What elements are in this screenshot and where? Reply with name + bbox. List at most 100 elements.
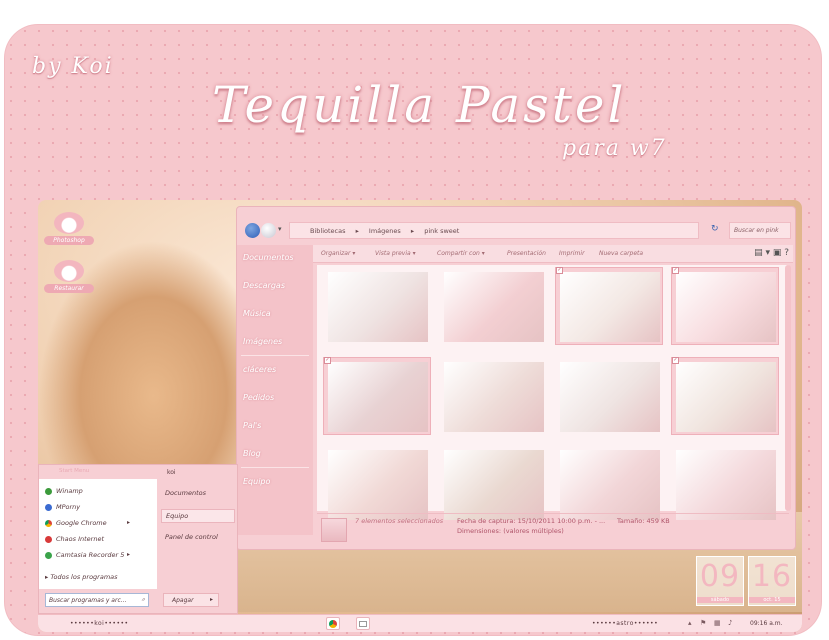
back-button[interactable] xyxy=(245,223,260,238)
selection-count: 7 elementos seleccionados xyxy=(355,517,444,525)
desktop-icon-label: Photoshop xyxy=(44,236,94,245)
preview-button[interactable]: Vista previa ▾ xyxy=(375,250,416,257)
chevron-right-icon: ▸ xyxy=(127,551,131,558)
refresh-icon[interactable]: ↻ xyxy=(711,224,719,234)
image-thumbnail[interactable] xyxy=(439,357,547,435)
program-chaos[interactable]: Chaos Internet xyxy=(45,535,104,543)
thumbnail-image xyxy=(676,450,776,520)
volume-icon[interactable]: ♪ xyxy=(728,619,732,627)
explorer-window: ▾ Bibliotecas ▸ Imágenes ▸ pink sweet ↻ … xyxy=(236,206,796,550)
nav-item-blog[interactable]: Blog xyxy=(243,449,261,458)
details-pane: 7 elementos seleccionados Fecha de captu… xyxy=(317,513,789,547)
image-thumbnail[interactable] xyxy=(555,357,663,435)
start-item-documentos[interactable]: Documentos xyxy=(161,487,210,499)
theme-title: Tequilla Pastel xyxy=(212,76,627,134)
view-icons[interactable]: ▤ ▾ ▣ ? xyxy=(754,248,789,258)
start-item-panel-control[interactable]: Panel de control xyxy=(161,531,222,543)
thumbnail-image xyxy=(676,272,776,342)
new-folder-button[interactable]: Nueva carpeta xyxy=(599,250,643,257)
chrome-icon xyxy=(45,519,52,527)
slideshow-button[interactable]: Presentación xyxy=(507,250,546,257)
program-label: Google Chrome xyxy=(56,519,107,527)
checkbox-icon[interactable]: ✓ xyxy=(672,357,679,364)
nav-item-documentos[interactable]: Documentos xyxy=(243,253,294,262)
nav-item-descargas[interactable]: Descargas xyxy=(243,281,285,290)
start-item-equipo[interactable]: Equipo xyxy=(161,509,235,523)
shutdown-button[interactable]: Apagar ▸ xyxy=(163,593,219,607)
clock-minute-tile: 16 oct. 15 xyxy=(748,556,796,606)
program-chrome[interactable]: Google Chrome ▸ xyxy=(45,519,130,527)
checkbox-icon[interactable]: ✓ xyxy=(672,267,679,274)
arrow-up-icon[interactable]: ▴ xyxy=(688,619,692,627)
chrome-taskbar-button[interactable] xyxy=(326,617,340,630)
nav-item-imagenes[interactable]: Imágenes xyxy=(243,337,282,346)
nav-item-pals[interactable]: Pal's xyxy=(243,421,261,430)
selection-thumbnail xyxy=(321,518,347,542)
signature: by Koi xyxy=(32,54,114,79)
thumbnail-image xyxy=(560,362,660,432)
network-icon[interactable]: ▦ xyxy=(714,619,721,627)
image-thumbnail[interactable]: ✓ xyxy=(323,357,431,435)
image-thumbnail[interactable]: ✓ xyxy=(555,267,663,345)
camtasia-icon xyxy=(45,551,52,559)
program-mporny[interactable]: MPorny xyxy=(45,503,80,511)
nav-item-equipo[interactable]: Equipo xyxy=(243,477,270,486)
divider xyxy=(241,467,309,468)
window-icon xyxy=(359,621,367,627)
search-input[interactable]: Buscar en pink xyxy=(729,222,791,239)
explorer-taskbar-button[interactable] xyxy=(356,617,370,630)
image-thumbnail[interactable]: ✓ xyxy=(671,267,779,345)
scrollbar[interactable] xyxy=(785,265,791,511)
start-button[interactable]: ••••••koi•••••• xyxy=(70,620,129,627)
program-label: Camtasia Recorder 5 xyxy=(56,551,125,559)
paw-icon xyxy=(54,212,84,234)
address-bar[interactable]: Bibliotecas ▸ Imágenes ▸ pink sweet xyxy=(289,222,699,239)
image-thumbnail[interactable] xyxy=(439,267,547,345)
image-thumbnail[interactable] xyxy=(323,267,431,345)
desktop-icon-photoshop[interactable]: Photoshop xyxy=(44,212,94,245)
print-button[interactable]: Imprimir xyxy=(559,250,585,257)
thumbnail-image xyxy=(444,272,544,342)
program-winamp[interactable]: Winamp xyxy=(45,487,83,495)
address-row: ▾ Bibliotecas ▸ Imágenes ▸ pink sweet ↻ … xyxy=(241,221,793,241)
user-name[interactable]: koi xyxy=(167,469,176,476)
program-camtasia[interactable]: Camtasia Recorder 5 ▸ xyxy=(45,551,130,559)
thumbnail-image xyxy=(560,450,660,520)
flag-icon[interactable]: ⚑ xyxy=(700,619,706,627)
image-thumbnail[interactable] xyxy=(671,445,779,523)
desktop-icon-restaurar[interactable]: Restaurar xyxy=(44,260,94,293)
thumbnail-image xyxy=(444,450,544,520)
program-label: Chaos Internet xyxy=(56,535,104,543)
image-thumbnail[interactable]: ✓ xyxy=(671,357,779,435)
forward-button[interactable] xyxy=(261,223,276,238)
image-thumbnail[interactable] xyxy=(555,445,663,523)
checkbox-icon[interactable]: ✓ xyxy=(556,267,563,274)
image-thumbnail[interactable] xyxy=(323,445,431,523)
program-label: MPorny xyxy=(56,503,81,511)
breadcrumb-separator: ▸ xyxy=(410,227,415,235)
app-icon xyxy=(45,535,52,543)
breadcrumb-item[interactable]: Bibliotecas xyxy=(310,227,345,235)
taskbar: ••••••koi•••••• ••••••astro•••••• ▴ ⚑ ▦ … xyxy=(38,614,802,632)
share-button[interactable]: Compartir con ▾ xyxy=(437,250,485,257)
nav-item-pedidos[interactable]: Pedidos xyxy=(243,393,274,402)
breadcrumb-item[interactable]: Imágenes xyxy=(369,227,401,235)
dimensions: Dimensiones: (valores múltiples) xyxy=(457,527,564,535)
capture-date: Fecha de captura: 15/10/2011 10:00 p.m. … xyxy=(457,517,606,525)
organize-button[interactable]: Organizar ▾ xyxy=(321,250,355,257)
file-grid: ✓ ✓ ✓ ✓ xyxy=(317,265,789,520)
clock-hour: 09 xyxy=(699,559,741,594)
breadcrumb-item[interactable]: pink sweet xyxy=(424,227,459,235)
taskbar-clock[interactable]: 09:16 a.m. xyxy=(750,620,783,627)
nav-item-musica[interactable]: Música xyxy=(243,309,271,318)
app-icon xyxy=(45,503,52,511)
chevron-right-icon: ▸ xyxy=(209,596,213,603)
chevron-down-icon[interactable]: ▾ xyxy=(278,225,282,233)
all-programs[interactable]: ▸ Todos los programas xyxy=(45,573,118,581)
start-search-input[interactable]: Buscar programas y arc... ⌕ xyxy=(45,593,149,607)
checkbox-icon[interactable]: ✓ xyxy=(324,357,331,364)
start-menu: Start Menu koi Winamp MPorny Google Chro… xyxy=(38,464,238,614)
image-thumbnail[interactable] xyxy=(439,445,547,523)
nav-item-claceres[interactable]: cláceres xyxy=(243,365,276,374)
thumbnail-image xyxy=(560,272,660,342)
